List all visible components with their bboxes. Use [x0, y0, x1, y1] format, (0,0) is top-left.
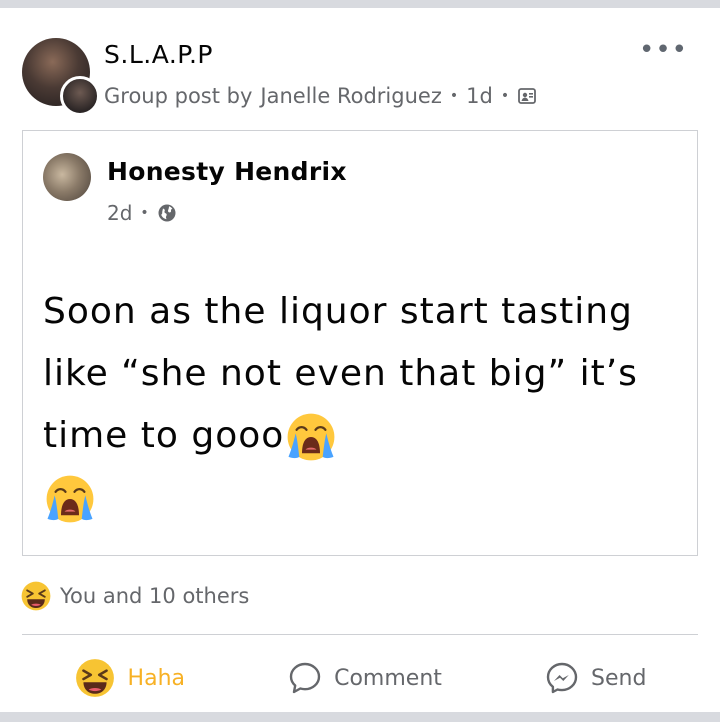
shared-post[interactable]: Honesty Hendrix 2d • Soon as the liquor … [22, 130, 698, 556]
haha-label: Haha [127, 665, 185, 691]
post-time[interactable]: 1d [466, 84, 493, 108]
loudly-crying-face-emoji [287, 413, 335, 461]
post-card: S.L.A.P.P Group post by Janelle Rodrigue… [0, 8, 720, 712]
reaction-summary-text: You and 10 others [60, 584, 250, 608]
separator-dot: • [449, 88, 459, 104]
separator-dot: • [500, 88, 510, 104]
members-icon [518, 88, 536, 104]
divider [22, 634, 698, 635]
author-name[interactable]: Janelle Rodriguez [260, 84, 441, 108]
reaction-summary[interactable]: You and 10 others [20, 580, 249, 612]
comment-icon [289, 662, 321, 694]
shared-author-avatar[interactable] [43, 153, 91, 201]
haha-button[interactable]: Haha [74, 657, 185, 699]
haha-reaction-icon [75, 659, 114, 697]
comment-label: Comment [334, 665, 442, 691]
post-text: Soon as the liquor start tasting like “s… [43, 281, 683, 529]
shared-post-meta: 2d • [107, 201, 177, 225]
group-name[interactable]: S.L.A.P.P [104, 40, 213, 69]
haha-reaction-icon [21, 581, 51, 611]
shared-author-name[interactable]: Honesty Hendrix [107, 157, 347, 186]
post-text-body: Soon as the liquor start tasting like “s… [43, 291, 638, 456]
more-options-button[interactable]: ••• [639, 37, 688, 63]
shared-post-time[interactable]: 2d [107, 201, 132, 225]
post-meta: Group post by Janelle Rodriguez • 1d • [104, 84, 537, 108]
loudly-crying-face-emoji [46, 475, 94, 523]
globe-icon [158, 204, 176, 222]
post-header: S.L.A.P.P Group post by Janelle Rodrigue… [22, 30, 698, 116]
action-bar: Haha Comment Send [22, 644, 698, 712]
send-label: Send [591, 665, 647, 691]
meta-prefix: Group post by [104, 84, 253, 108]
author-avatar[interactable] [60, 76, 100, 116]
messenger-icon [546, 662, 578, 694]
comment-button[interactable]: Comment [288, 661, 442, 695]
send-button[interactable]: Send [545, 661, 646, 695]
separator-dot: • [140, 205, 149, 221]
